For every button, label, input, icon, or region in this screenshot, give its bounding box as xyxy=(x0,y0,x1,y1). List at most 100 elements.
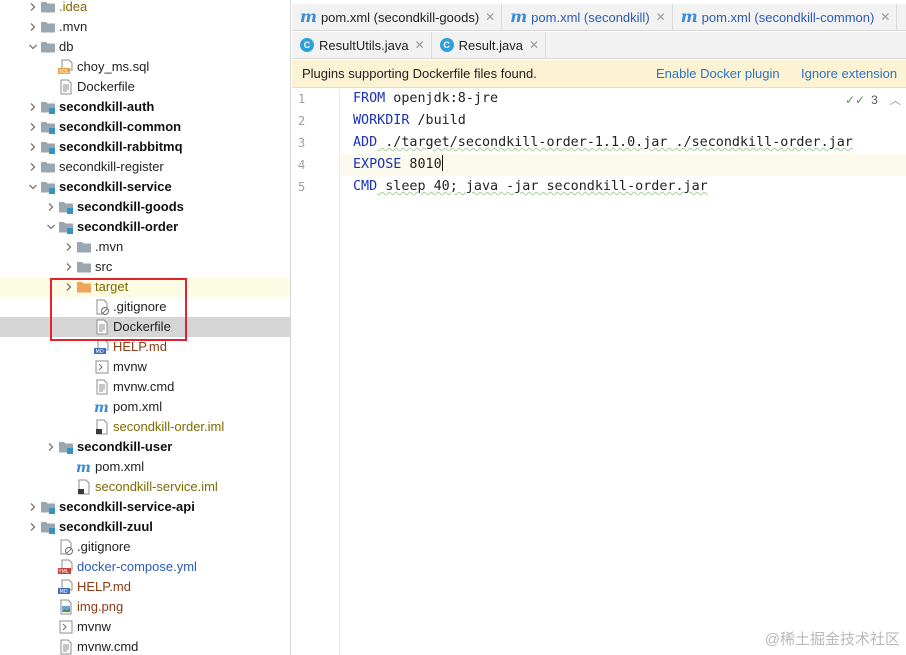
tree-item[interactable]: secondkill-zuul xyxy=(0,517,290,537)
chevron-right-icon[interactable] xyxy=(26,97,40,117)
chevron-right-icon[interactable] xyxy=(26,517,40,537)
tree-item-label: secondkill-user xyxy=(77,439,173,454)
editor-tab[interactable]: C Result.java ✕ xyxy=(432,32,547,58)
code-text: sleep 40; java -jar secondkill-order.jar xyxy=(377,179,708,194)
chevron-down-icon[interactable] xyxy=(44,217,58,237)
chevron-down-icon[interactable] xyxy=(26,37,40,57)
svg-text:YML: YML xyxy=(58,569,69,575)
line-number: 3 xyxy=(298,136,306,150)
code-line[interactable]: CMD sleep 40; java -jar secondkill-order… xyxy=(353,176,708,198)
tree-item-label: mvnw xyxy=(77,619,111,634)
text-file-icon xyxy=(94,379,110,395)
ignore-extension-link[interactable]: Ignore extension xyxy=(801,66,897,81)
editor-tab[interactable]: m pom.xml (secondkill-common) ✕ xyxy=(673,4,898,30)
code-text: ./target/secondkill-order-1.1.0.jar ./se… xyxy=(377,135,853,150)
tree-item[interactable]: .idea xyxy=(0,0,290,17)
code-line[interactable]: EXPOSE 8010 xyxy=(353,154,443,176)
markdown-file-icon: MD xyxy=(94,339,110,355)
code-line[interactable]: WORKDIR /build xyxy=(353,110,466,132)
tree-item[interactable]: MD HELP.md xyxy=(0,577,290,597)
enable-docker-plugin-link[interactable]: Enable Docker plugin xyxy=(656,66,780,81)
tree-item[interactable]: db xyxy=(0,37,290,57)
close-icon[interactable]: ✕ xyxy=(656,10,666,24)
tree-item[interactable]: mvnw.cmd xyxy=(0,637,290,655)
tree-item[interactable]: .gitignore xyxy=(0,297,290,317)
close-icon[interactable]: ✕ xyxy=(529,38,539,52)
tree-item[interactable]: img.png xyxy=(0,597,290,617)
tree-item[interactable]: SQL choy_ms.sql xyxy=(0,57,290,77)
chevron-right-icon[interactable] xyxy=(44,197,58,217)
line-number-gutter: 1 2 3 4 5 xyxy=(292,88,340,655)
code-line[interactable]: FROM openjdk:8-jre xyxy=(353,88,498,110)
iml-file-icon xyxy=(76,479,92,495)
maven-icon: m xyxy=(300,7,317,26)
tree-item[interactable]: secondkill-register xyxy=(0,157,290,177)
close-icon[interactable]: ✕ xyxy=(415,38,425,52)
chevron-up-icon[interactable]: ︿ xyxy=(890,92,901,108)
chevron-down-icon[interactable] xyxy=(26,177,40,197)
text-file-icon xyxy=(58,79,74,95)
tree-item-label: HELP.md xyxy=(113,339,167,354)
close-icon[interactable]: ✕ xyxy=(485,10,495,24)
java-class-icon: C xyxy=(300,38,314,52)
tree-item[interactable]: secondkill-auth xyxy=(0,97,290,117)
code-text: openjdk:8-jre xyxy=(385,91,499,106)
chevron-right-icon[interactable] xyxy=(26,497,40,517)
image-file-icon xyxy=(58,599,74,615)
tree-item[interactable]: .mvn xyxy=(0,237,290,257)
code-keyword: ADD xyxy=(353,135,378,150)
script-file-icon xyxy=(58,619,74,635)
chevron-right-icon[interactable] xyxy=(62,257,76,277)
tree-item[interactable]: secondkill-service xyxy=(0,177,290,197)
code-keyword: WORKDIR xyxy=(353,113,410,128)
tree-item[interactable]: m pom.xml xyxy=(0,397,290,417)
tree-item[interactable]: secondkill-common xyxy=(0,117,290,137)
folder-icon xyxy=(40,0,56,15)
tree-item[interactable]: mvnw xyxy=(0,617,290,637)
chevron-right-icon[interactable] xyxy=(26,0,40,17)
chevron-right-icon[interactable] xyxy=(26,17,40,37)
editor-tab[interactable]: m pom.xml (secondkill-goods) ✕ xyxy=(292,4,503,30)
chevron-right-icon[interactable] xyxy=(62,237,76,257)
maven-icon: m xyxy=(680,7,698,26)
tree-item[interactable]: Dockerfile xyxy=(0,77,290,97)
tree-item[interactable]: secondkill-order.iml xyxy=(0,417,290,437)
chevron-right-icon[interactable] xyxy=(44,437,58,457)
chevron-right-icon[interactable] xyxy=(26,137,40,157)
maven-icon: m xyxy=(94,399,110,415)
tree-item-label: secondkill-register xyxy=(59,159,164,174)
tree-item-label: secondkill-order xyxy=(77,219,179,234)
tree-item[interactable]: secondkill-goods xyxy=(0,197,290,217)
code-text: /build xyxy=(409,113,466,128)
tree-item[interactable]: secondkill-service-api xyxy=(0,497,290,517)
code-line[interactable]: ADD ./target/secondkill-order-1.1.0.jar … xyxy=(353,132,853,154)
tree-item[interactable]: m pom.xml xyxy=(0,457,290,477)
tree-item-label: secondkill-order.iml xyxy=(113,419,225,434)
tree-item-label: .idea xyxy=(59,0,88,14)
tree-item-label: mvnw xyxy=(113,359,147,374)
tree-item[interactable]: target xyxy=(0,277,290,297)
chevron-right-icon[interactable] xyxy=(26,117,40,137)
tree-item[interactable]: secondkill-rabbitmq xyxy=(0,137,290,157)
tree-item[interactable]: MD HELP.md xyxy=(0,337,290,357)
module-folder-icon xyxy=(40,99,56,115)
tree-item[interactable]: secondkill-user xyxy=(0,437,290,457)
tree-item-label: docker-compose.yml xyxy=(77,559,197,574)
tree-item[interactable]: mvnw xyxy=(0,357,290,377)
editor-tab[interactable]: m pom.xml (secondkill) ✕ xyxy=(502,4,673,30)
chevron-right-icon[interactable] xyxy=(26,157,40,177)
tree-item[interactable]: YML docker-compose.yml xyxy=(0,557,290,577)
inspection-widget[interactable]: ✓✓ 3 ︿ ﹀ xyxy=(845,92,906,108)
tree-item[interactable]: mvnw.cmd xyxy=(0,377,290,397)
editor-tab[interactable]: C ResultUtils.java ✕ xyxy=(292,32,432,58)
tree-item[interactable]: Dockerfile xyxy=(0,317,290,337)
tree-item[interactable]: secondkill-order xyxy=(0,217,290,237)
tree-item[interactable]: secondkill-service.iml xyxy=(0,477,290,497)
maven-icon: m xyxy=(510,7,528,26)
tree-item[interactable]: src xyxy=(0,257,290,277)
close-icon[interactable]: ✕ xyxy=(880,10,890,24)
chevron-right-icon[interactable] xyxy=(62,277,76,297)
code-keyword: EXPOSE xyxy=(353,157,402,172)
tree-item[interactable]: .gitignore xyxy=(0,537,290,557)
tree-item[interactable]: .mvn xyxy=(0,17,290,37)
